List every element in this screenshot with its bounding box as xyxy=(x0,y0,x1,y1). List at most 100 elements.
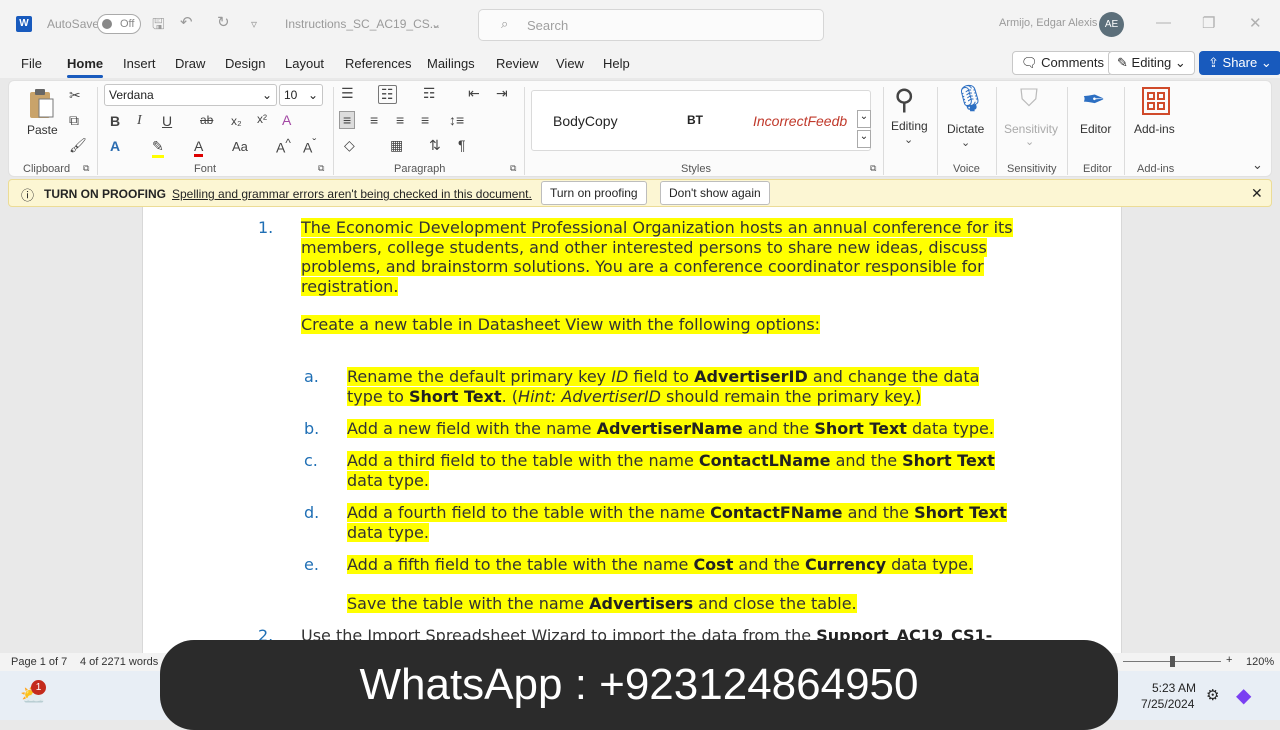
underline-icon[interactable]: U xyxy=(162,113,172,129)
font-name-input[interactable]: Verdana ⌄ xyxy=(104,84,277,106)
clock-time[interactable]: 5:23 AM xyxy=(1152,681,1196,695)
styles-more[interactable]: ⌄ xyxy=(857,130,871,148)
document-page[interactable]: 1. The Economic Development Professional… xyxy=(142,207,1122,653)
dialog-launcher-icon[interactable]: ⧉ xyxy=(318,163,324,174)
sensitivity-button[interactable]: Sensitivity xyxy=(1004,122,1058,136)
tab-help[interactable]: Help xyxy=(603,56,630,71)
dictate-button[interactable]: Dictate xyxy=(947,122,984,136)
collapse-ribbon-icon[interactable]: ⌄ xyxy=(1252,157,1263,173)
copy-icon[interactable]: ⧉ xyxy=(69,112,79,129)
strikethrough-icon[interactable]: ab xyxy=(200,113,213,127)
editor-button[interactable]: Editor xyxy=(1080,122,1111,136)
tab-home[interactable]: Home xyxy=(67,56,104,78)
decrease-indent-icon[interactable]: ⇤ xyxy=(468,85,480,102)
text-effects-icon[interactable]: A xyxy=(110,138,120,154)
undo-icon[interactable]: ↶ xyxy=(180,13,193,31)
sensitivity-icon[interactable]: ⛉ xyxy=(1020,85,1038,113)
borders-icon[interactable]: ▦ xyxy=(390,137,403,154)
align-right-icon[interactable]: ≡ xyxy=(396,112,404,128)
addins-button[interactable]: Add-ins xyxy=(1134,122,1175,136)
style-bodycopy[interactable]: BodyCopy xyxy=(553,113,618,129)
share-button[interactable]: ⇪ Share ⌄ xyxy=(1199,51,1280,75)
minimize-icon[interactable]: — xyxy=(1156,14,1171,31)
clock-date[interactable]: 7/25/2024 xyxy=(1141,697,1194,711)
sort-icon[interactable]: ⇅ xyxy=(429,137,441,154)
editing-button[interactable]: Editing xyxy=(891,119,928,133)
align-center-icon[interactable]: ≡ xyxy=(370,112,378,128)
styles-scroll-down[interactable]: ⌄ xyxy=(857,110,871,128)
font-color-icon[interactable]: A xyxy=(194,138,204,157)
redo-icon[interactable]: ↻ xyxy=(217,13,230,31)
subscript-icon[interactable]: x₂ xyxy=(231,114,242,128)
user-name[interactable]: Armijo, Edgar Alexis xyxy=(999,17,1097,29)
group-font: Font xyxy=(194,163,217,175)
align-left-icon[interactable]: ≡ xyxy=(339,111,356,129)
tab-insert[interactable]: Insert xyxy=(123,56,156,71)
sub-item-e: Add a fifth field to the table with the … xyxy=(347,555,974,574)
microphone-icon[interactable]: 🎙 xyxy=(953,83,986,114)
copilot-icon[interactable]: ◆ xyxy=(1236,683,1251,708)
comments-button[interactable]: 🗨 Comments xyxy=(1012,51,1113,75)
tab-file[interactable]: File xyxy=(21,56,42,71)
zoom-in-icon[interactable]: + xyxy=(1226,654,1232,666)
page-count[interactable]: Page 1 of 7 xyxy=(11,656,67,668)
tab-references[interactable]: References xyxy=(345,56,411,71)
turn-on-proofing-button[interactable]: Turn on proofing xyxy=(541,181,647,205)
increase-indent-icon[interactable]: ⇥ xyxy=(496,85,508,102)
grow-font-icon[interactable]: A^ xyxy=(276,137,291,156)
font-size-input[interactable]: 10 ⌄ xyxy=(279,84,323,106)
style-bt[interactable]: BT xyxy=(687,113,703,127)
tab-review[interactable]: Review xyxy=(496,56,539,71)
paste-button[interactable] xyxy=(27,87,55,121)
tab-mailings[interactable]: Mailings xyxy=(427,56,475,71)
cut-icon[interactable]: ✂ xyxy=(69,87,81,104)
save-icon[interactable]: 🖫 xyxy=(152,14,165,39)
close-icon[interactable]: ✕ xyxy=(1251,185,1263,202)
word-count[interactable]: 4 of 2271 words xyxy=(80,656,158,668)
dialog-launcher-icon[interactable]: ⧉ xyxy=(510,163,516,174)
numbering-icon[interactable]: ☷ xyxy=(378,85,397,104)
chevron-down-icon[interactable]: ⌄ xyxy=(1025,135,1034,148)
highlight-icon[interactable]: ✎ xyxy=(152,138,164,158)
superscript-icon[interactable]: x² xyxy=(257,112,267,126)
title-dropdown-icon[interactable]: ⌄ xyxy=(431,17,441,31)
shading-icon[interactable]: ◇ xyxy=(344,137,355,154)
tab-layout[interactable]: Layout xyxy=(285,56,324,71)
find-icon[interactable]: ⚲ xyxy=(894,83,915,116)
format-painter-icon[interactable]: 🖌 xyxy=(69,137,87,154)
dialog-launcher-icon[interactable]: ⧉ xyxy=(870,163,876,174)
zoom-level[interactable]: 120% xyxy=(1246,656,1274,668)
tab-view[interactable]: View xyxy=(556,56,584,71)
change-case-icon[interactable]: Aa xyxy=(232,139,248,154)
editor-icon[interactable]: ✒ xyxy=(1082,83,1105,116)
style-incorrectfeedback[interactable]: IncorrectFeedb xyxy=(753,113,851,129)
close-icon[interactable]: ✕ xyxy=(1249,14,1262,32)
show-marks-icon[interactable]: ¶ xyxy=(458,137,466,153)
tab-design[interactable]: Design xyxy=(225,56,265,71)
bold-icon[interactable]: B xyxy=(110,113,120,129)
editing-mode-button[interactable]: ✎ Editing ⌄ xyxy=(1108,51,1195,75)
notifications-icon[interactable]: ⚙ xyxy=(1206,686,1219,704)
addins-icon[interactable] xyxy=(1142,87,1170,115)
italic-icon[interactable]: I xyxy=(137,113,142,129)
justify-icon[interactable]: ≡ xyxy=(421,112,429,128)
restore-icon[interactable]: ❐ xyxy=(1202,14,1215,32)
search-input[interactable]: ⌕ Search xyxy=(478,9,824,41)
styles-gallery[interactable]: BodyCopy BT IncorrectFeedb xyxy=(531,90,871,151)
shrink-font-icon[interactable]: Aˇ xyxy=(303,137,316,156)
multilevel-list-icon[interactable]: ☶ xyxy=(423,85,436,102)
dialog-launcher-icon[interactable]: ⧉ xyxy=(83,163,89,174)
customize-qat-icon[interactable]: ▿ xyxy=(251,17,257,31)
bullets-icon[interactable]: ☰ xyxy=(341,85,354,102)
zoom-slider-thumb[interactable] xyxy=(1170,656,1175,667)
avatar[interactable]: AE xyxy=(1099,12,1124,37)
tab-draw[interactable]: Draw xyxy=(175,56,205,71)
autosave-toggle[interactable]: Off xyxy=(97,14,141,34)
line-spacing-icon[interactable]: ↕≡ xyxy=(449,112,464,128)
proofing-message-link[interactable]: Spelling and grammar errors aren't being… xyxy=(172,187,532,201)
clear-formatting-icon[interactable]: A xyxy=(282,112,291,128)
dont-show-again-button[interactable]: Don't show again xyxy=(660,181,770,205)
chevron-down-icon[interactable]: ⌄ xyxy=(904,133,913,146)
document-title[interactable]: Instructions_SC_AC19_CS... xyxy=(285,17,440,31)
chevron-down-icon[interactable]: ⌄ xyxy=(961,136,970,149)
